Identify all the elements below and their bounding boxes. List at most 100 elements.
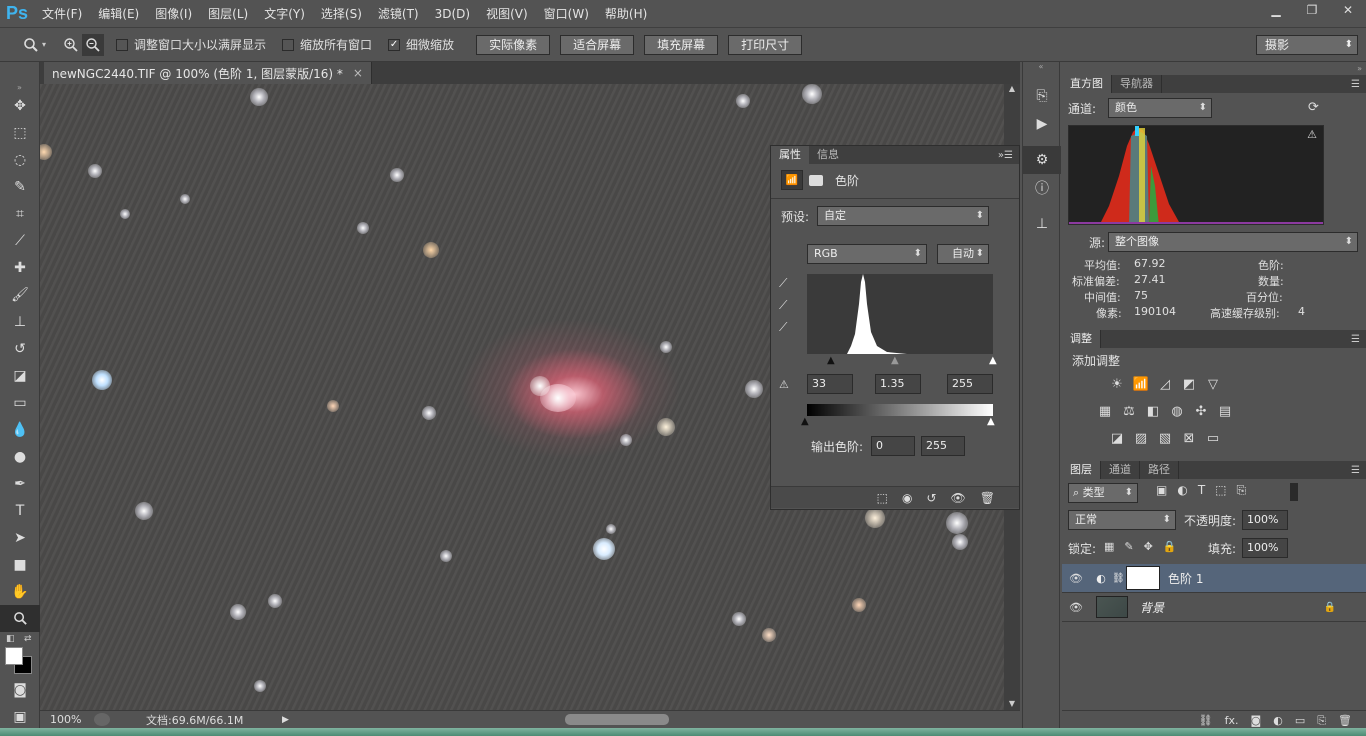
curves-icon[interactable]: ◿	[1156, 375, 1174, 393]
clip-to-layer-icon[interactable]: ⬚	[877, 491, 888, 505]
hand-tool-icon[interactable]: ✋	[0, 578, 40, 605]
close-button[interactable]: ✕	[1330, 0, 1366, 20]
workspace-select[interactable]: 摄影 ⬍	[1256, 35, 1358, 55]
dodge-tool-icon[interactable]: ●	[0, 443, 40, 470]
lock-pixels-icon[interactable]: ✎	[1124, 540, 1133, 553]
menu-type[interactable]: 文字(Y)	[256, 0, 313, 28]
visibility-icon[interactable]: 👁	[951, 491, 966, 505]
restore-button[interactable]: ❐	[1294, 0, 1330, 20]
default-colors-icon[interactable]: ◧	[6, 634, 15, 644]
pen-tool-icon[interactable]: ✒	[0, 470, 40, 497]
threshold-icon[interactable]: ▧	[1156, 429, 1174, 447]
lasso-tool-icon[interactable]: ◌	[0, 146, 40, 173]
scrubby-check-box[interactable]: ✓	[388, 38, 401, 51]
resize-windows-checkbox[interactable]: 调整窗口大小以满屏显示	[116, 36, 266, 53]
status-info-icon[interactable]	[94, 713, 110, 726]
menu-window[interactable]: 窗口(W)	[536, 0, 597, 28]
white-eyedropper-icon[interactable]: ⟋	[779, 320, 787, 335]
zoom-level[interactable]: 100%	[50, 713, 94, 726]
black-eyedropper-icon[interactable]: ⟋	[779, 276, 787, 291]
info-panel-icon[interactable]: ⓘ	[1023, 174, 1061, 202]
tab-info[interactable]: 信息	[809, 146, 847, 164]
zoom-tool-icon[interactable]	[0, 605, 40, 632]
tab-adjustments[interactable]: 调整	[1062, 330, 1101, 348]
screen-mode-icon[interactable]: ▣	[0, 703, 40, 730]
input-black-slider[interactable]: ▲	[827, 355, 835, 366]
brightness-contrast-icon[interactable]: ☀	[1108, 375, 1126, 393]
blur-tool-icon[interactable]: 💧	[0, 416, 40, 443]
layer-visibility-icon[interactable]: 👁	[1062, 601, 1090, 614]
print-size-button[interactable]: 打印尺寸	[728, 34, 803, 55]
horizontal-scroll-thumb[interactable]	[565, 714, 669, 725]
clone-source-panel-icon[interactable]: ⊥	[1023, 210, 1061, 238]
actions-panel-icon[interactable]: ▶	[1023, 110, 1061, 138]
layer-name[interactable]: 背景	[1140, 599, 1164, 616]
menu-select[interactable]: 选择(S)	[313, 0, 370, 28]
scroll-up-icon[interactable]: ▲	[1004, 84, 1020, 93]
zoom-out-icon[interactable]	[82, 33, 105, 56]
filter-adjustment-icon[interactable]: ◐	[1177, 483, 1187, 498]
gradient-tool-icon[interactable]: ▭	[0, 389, 40, 416]
filter-toggle[interactable]	[1290, 483, 1298, 501]
actual-pixels-button[interactable]: 实际像素	[476, 34, 551, 55]
posterize-icon[interactable]: ▨	[1132, 429, 1150, 447]
delete-adjustment-icon[interactable]: 🗑	[980, 491, 995, 505]
new-adjustment-icon[interactable]: ◐	[1273, 714, 1283, 727]
foreground-color-swatch[interactable]	[5, 647, 23, 665]
quick-mask-icon[interactable]: ◙	[0, 676, 40, 703]
lock-all-icon[interactable]: 🔒	[1163, 540, 1177, 553]
document-tab[interactable]: newNGC2440.TIF @ 100% (色阶 1, 图层蒙版/16) * …	[44, 62, 372, 84]
tab-layers[interactable]: 图层	[1062, 461, 1101, 479]
tab-histogram[interactable]: 直方图	[1062, 75, 1112, 93]
zoom-all-windows-checkbox[interactable]: 缩放所有窗口	[282, 36, 372, 53]
menu-3d[interactable]: 3D(D)	[427, 0, 478, 28]
eraser-tool-icon[interactable]: ◪	[0, 362, 40, 389]
zoom-all-check-box[interactable]	[282, 38, 295, 51]
filter-shape-icon[interactable]: ⬚	[1215, 483, 1226, 498]
scrubby-zoom-checkbox[interactable]: ✓ 细微缩放	[388, 36, 454, 53]
view-previous-icon[interactable]: ◉	[902, 491, 912, 505]
tab-channels[interactable]: 通道	[1101, 461, 1140, 479]
gray-eyedropper-icon[interactable]: ⟋	[779, 298, 787, 313]
adjustments-menu-icon[interactable]: ☰	[1351, 334, 1360, 345]
input-gamma-slider[interactable]: ▲	[891, 355, 899, 366]
layer-filter-select[interactable]: ⌕ 类型	[1068, 483, 1138, 503]
toolbar-collapse-icon[interactable]: »	[0, 62, 39, 92]
fit-screen-button[interactable]: 适合屏幕	[560, 34, 635, 55]
invert-icon[interactable]: ◪	[1108, 429, 1126, 447]
refresh-icon[interactable]: ⟳	[1308, 100, 1319, 115]
photo-filter-icon[interactable]: ◍	[1168, 402, 1186, 420]
reset-icon[interactable]: ↺	[926, 491, 936, 505]
input-gamma-field[interactable]: 1.35	[875, 374, 921, 394]
vibrance-icon[interactable]: ▽	[1204, 375, 1222, 393]
output-white-slider[interactable]: ▲	[987, 416, 995, 427]
layer-row-background[interactable]: 👁 背景 🔒	[1062, 593, 1366, 622]
color-lookup-icon[interactable]: ▤	[1216, 402, 1234, 420]
fill-screen-button[interactable]: 填充屏幕	[644, 34, 719, 55]
channel-mixer-icon[interactable]: ✣	[1192, 402, 1210, 420]
zoom-icon[interactable]	[20, 34, 42, 56]
rectangle-tool-icon[interactable]: ■	[0, 551, 40, 578]
lock-transparent-icon[interactable]: ▦	[1104, 540, 1114, 553]
histogram-menu-icon[interactable]: ☰	[1351, 79, 1360, 90]
close-document-icon[interactable]: ×	[353, 66, 363, 80]
layer-row-levels[interactable]: 👁 ◐ ⛓ 色阶 1	[1062, 564, 1366, 593]
blend-mode-select[interactable]: 正常	[1068, 510, 1176, 530]
resize-windows-check-box[interactable]	[116, 38, 129, 51]
status-menu-arrow-icon[interactable]: ▶	[282, 715, 289, 725]
menu-image[interactable]: 图像(I)	[147, 0, 200, 28]
healing-brush-tool-icon[interactable]: ✚	[0, 254, 40, 281]
history-panel-icon[interactable]: ⎘	[1023, 82, 1061, 110]
menu-layer[interactable]: 图层(L)	[200, 0, 256, 28]
new-layer-icon[interactable]: ⎘	[1317, 714, 1326, 728]
lock-position-icon[interactable]: ✥	[1144, 540, 1153, 553]
filter-type-icon[interactable]: T	[1198, 483, 1205, 498]
dock-collapse-icon[interactable]: »	[1357, 64, 1362, 73]
link-layers-icon[interactable]: ⛓	[1199, 714, 1213, 727]
zoom-in-icon[interactable]	[60, 34, 82, 56]
menu-help[interactable]: 帮助(H)	[597, 0, 655, 28]
add-mask-icon[interactable]: ◙	[1251, 714, 1262, 727]
tab-properties[interactable]: 属性	[771, 146, 809, 164]
hue-saturation-icon[interactable]: ▦	[1096, 402, 1114, 420]
path-select-tool-icon[interactable]: ➤	[0, 524, 40, 551]
